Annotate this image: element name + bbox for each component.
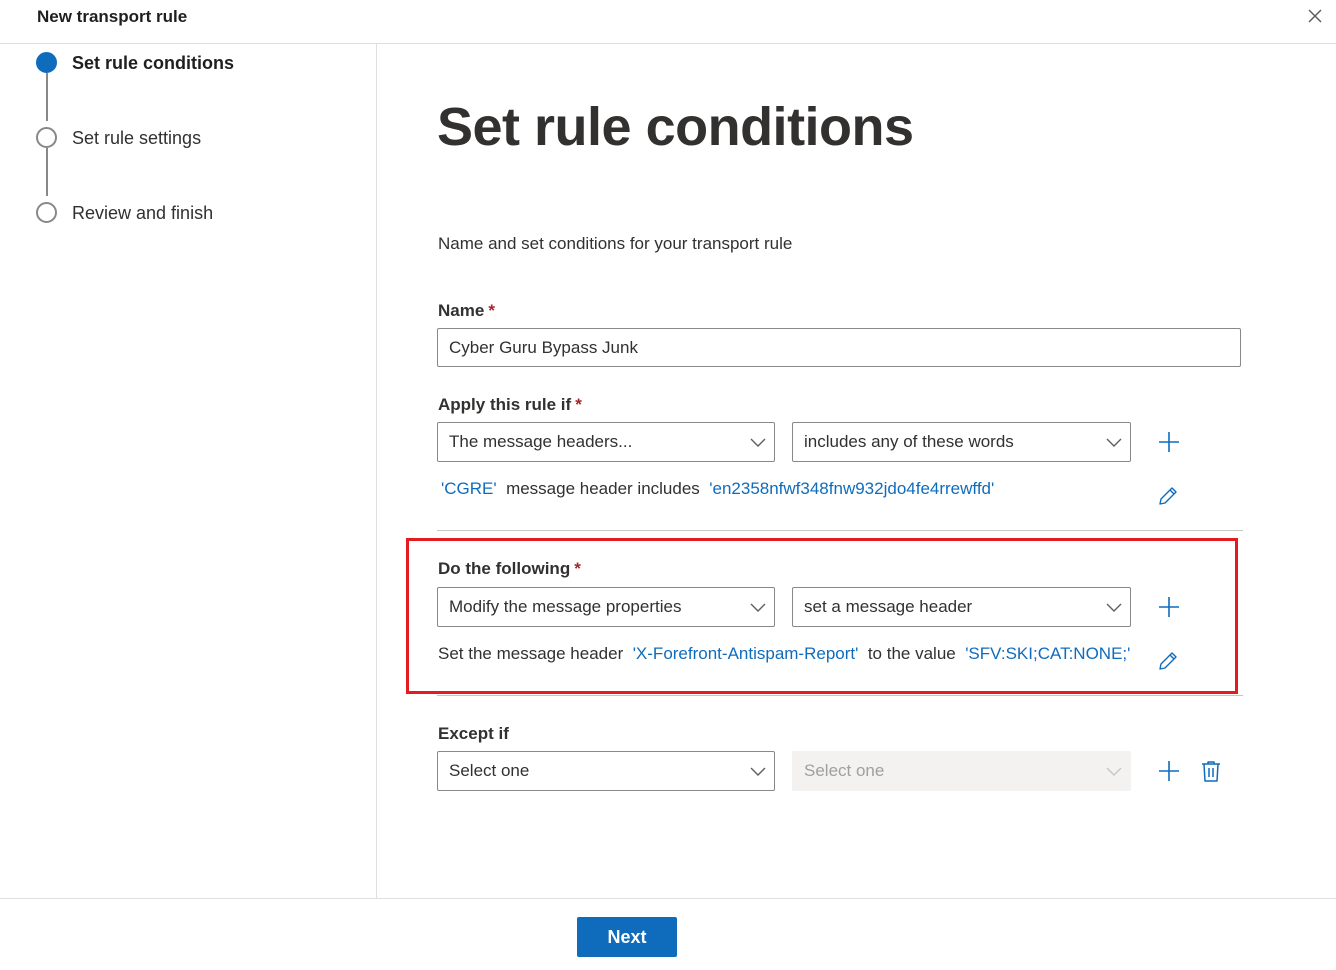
required-marker: * xyxy=(575,395,582,414)
dropdown-value: The message headers... xyxy=(449,432,633,451)
dropdown-value: includes any of these words xyxy=(804,432,1014,451)
step-connector xyxy=(46,73,48,121)
step-label: Set rule settings xyxy=(72,128,202,148)
chevron-down-icon xyxy=(750,438,766,447)
section-divider xyxy=(437,530,1243,531)
page-title: Set rule conditions xyxy=(437,97,914,157)
edit-condition-pencil-icon[interactable] xyxy=(1156,484,1180,508)
rule-name-input[interactable]: Cyber Guru Bypass Junk xyxy=(437,328,1241,367)
chevron-down-icon xyxy=(750,767,766,776)
dropdown-value: Select one xyxy=(449,761,530,780)
step-label: Review and finish xyxy=(72,203,214,223)
step-pending-indicator xyxy=(36,127,57,148)
apply-rule-if-label: Apply this rule if * xyxy=(438,395,582,415)
next-button[interactable]: Next xyxy=(577,917,677,957)
name-label-text: Name xyxy=(438,301,485,320)
add-exception-plus-icon[interactable] xyxy=(1157,759,1181,783)
step-connector xyxy=(46,148,48,196)
step-current-indicator xyxy=(36,52,57,73)
add-condition-plus-icon[interactable] xyxy=(1157,430,1181,454)
apply-condition-dropdown[interactable]: The message headers... xyxy=(437,422,775,462)
header-words-link[interactable]: 'en2358nfwf348fnw932jdo4fe4rrewffd' xyxy=(709,479,994,498)
panel-title: New transport rule xyxy=(37,7,188,26)
step-label: Set rule conditions xyxy=(72,53,235,73)
close-icon[interactable] xyxy=(1304,5,1326,27)
header-name-link[interactable]: 'CGRE' xyxy=(441,479,497,498)
except-condition-dropdown[interactable]: Select one xyxy=(437,751,775,791)
except-if-label: Except if xyxy=(438,724,509,743)
apply-operator-dropdown[interactable]: includes any of these words xyxy=(792,422,1131,462)
highlight-annotation-box xyxy=(406,538,1238,694)
summary-text: message header includes xyxy=(506,479,700,498)
delete-exception-trash-icon[interactable] xyxy=(1199,759,1223,783)
apply-rule-if-label-text: Apply this rule if xyxy=(438,395,572,414)
section-divider xyxy=(437,695,1243,696)
dropdown-value: Select one xyxy=(804,761,885,780)
wizard-stepper: Set rule conditions Set rule settings Re… xyxy=(0,44,377,898)
panel-header: New transport rule xyxy=(0,0,1336,44)
chevron-down-icon xyxy=(1106,438,1122,447)
page-subtitle: Name and set conditions for your transpo… xyxy=(438,234,793,253)
chevron-down-icon xyxy=(1106,767,1122,776)
step-pending-indicator xyxy=(36,202,57,223)
except-operator-dropdown: Select one xyxy=(792,751,1131,791)
required-marker: * xyxy=(488,301,495,320)
name-label: Name * xyxy=(438,301,495,321)
apply-condition-summary: 'CGRE' message header includes 'en2358nf… xyxy=(441,479,994,499)
